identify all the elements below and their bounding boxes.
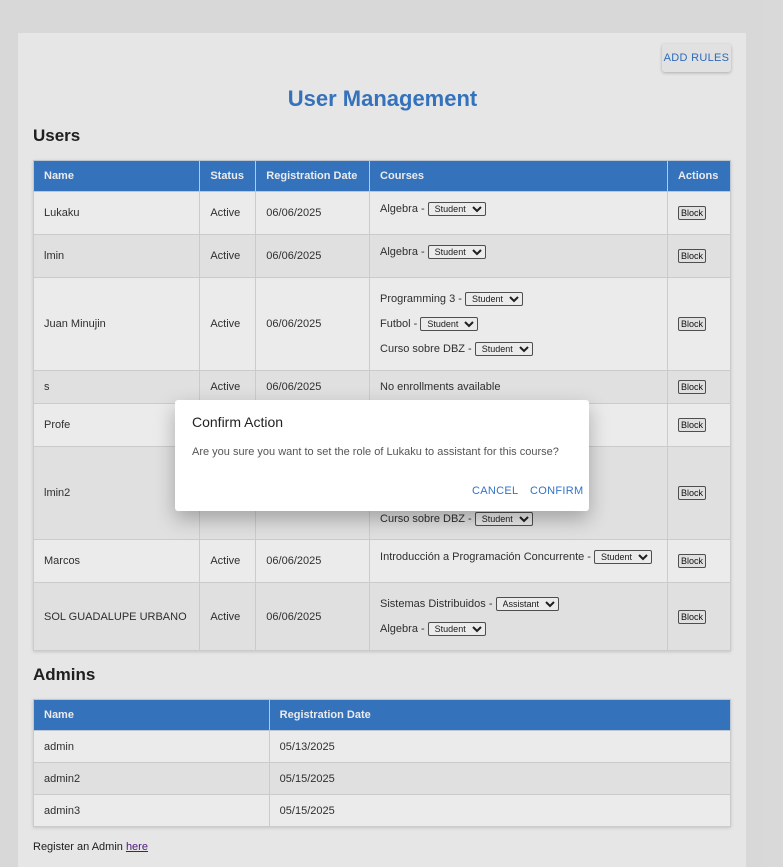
cancel-button[interactable]: CANCEL <box>472 485 518 497</box>
confirm-dialog: Confirm Action Are you sure you want to … <box>175 400 589 511</box>
dialog-message: Are you sure you want to set the role of… <box>192 446 559 458</box>
dialog-title: Confirm Action <box>192 414 284 430</box>
confirm-button[interactable]: CONFIRM <box>530 485 583 497</box>
